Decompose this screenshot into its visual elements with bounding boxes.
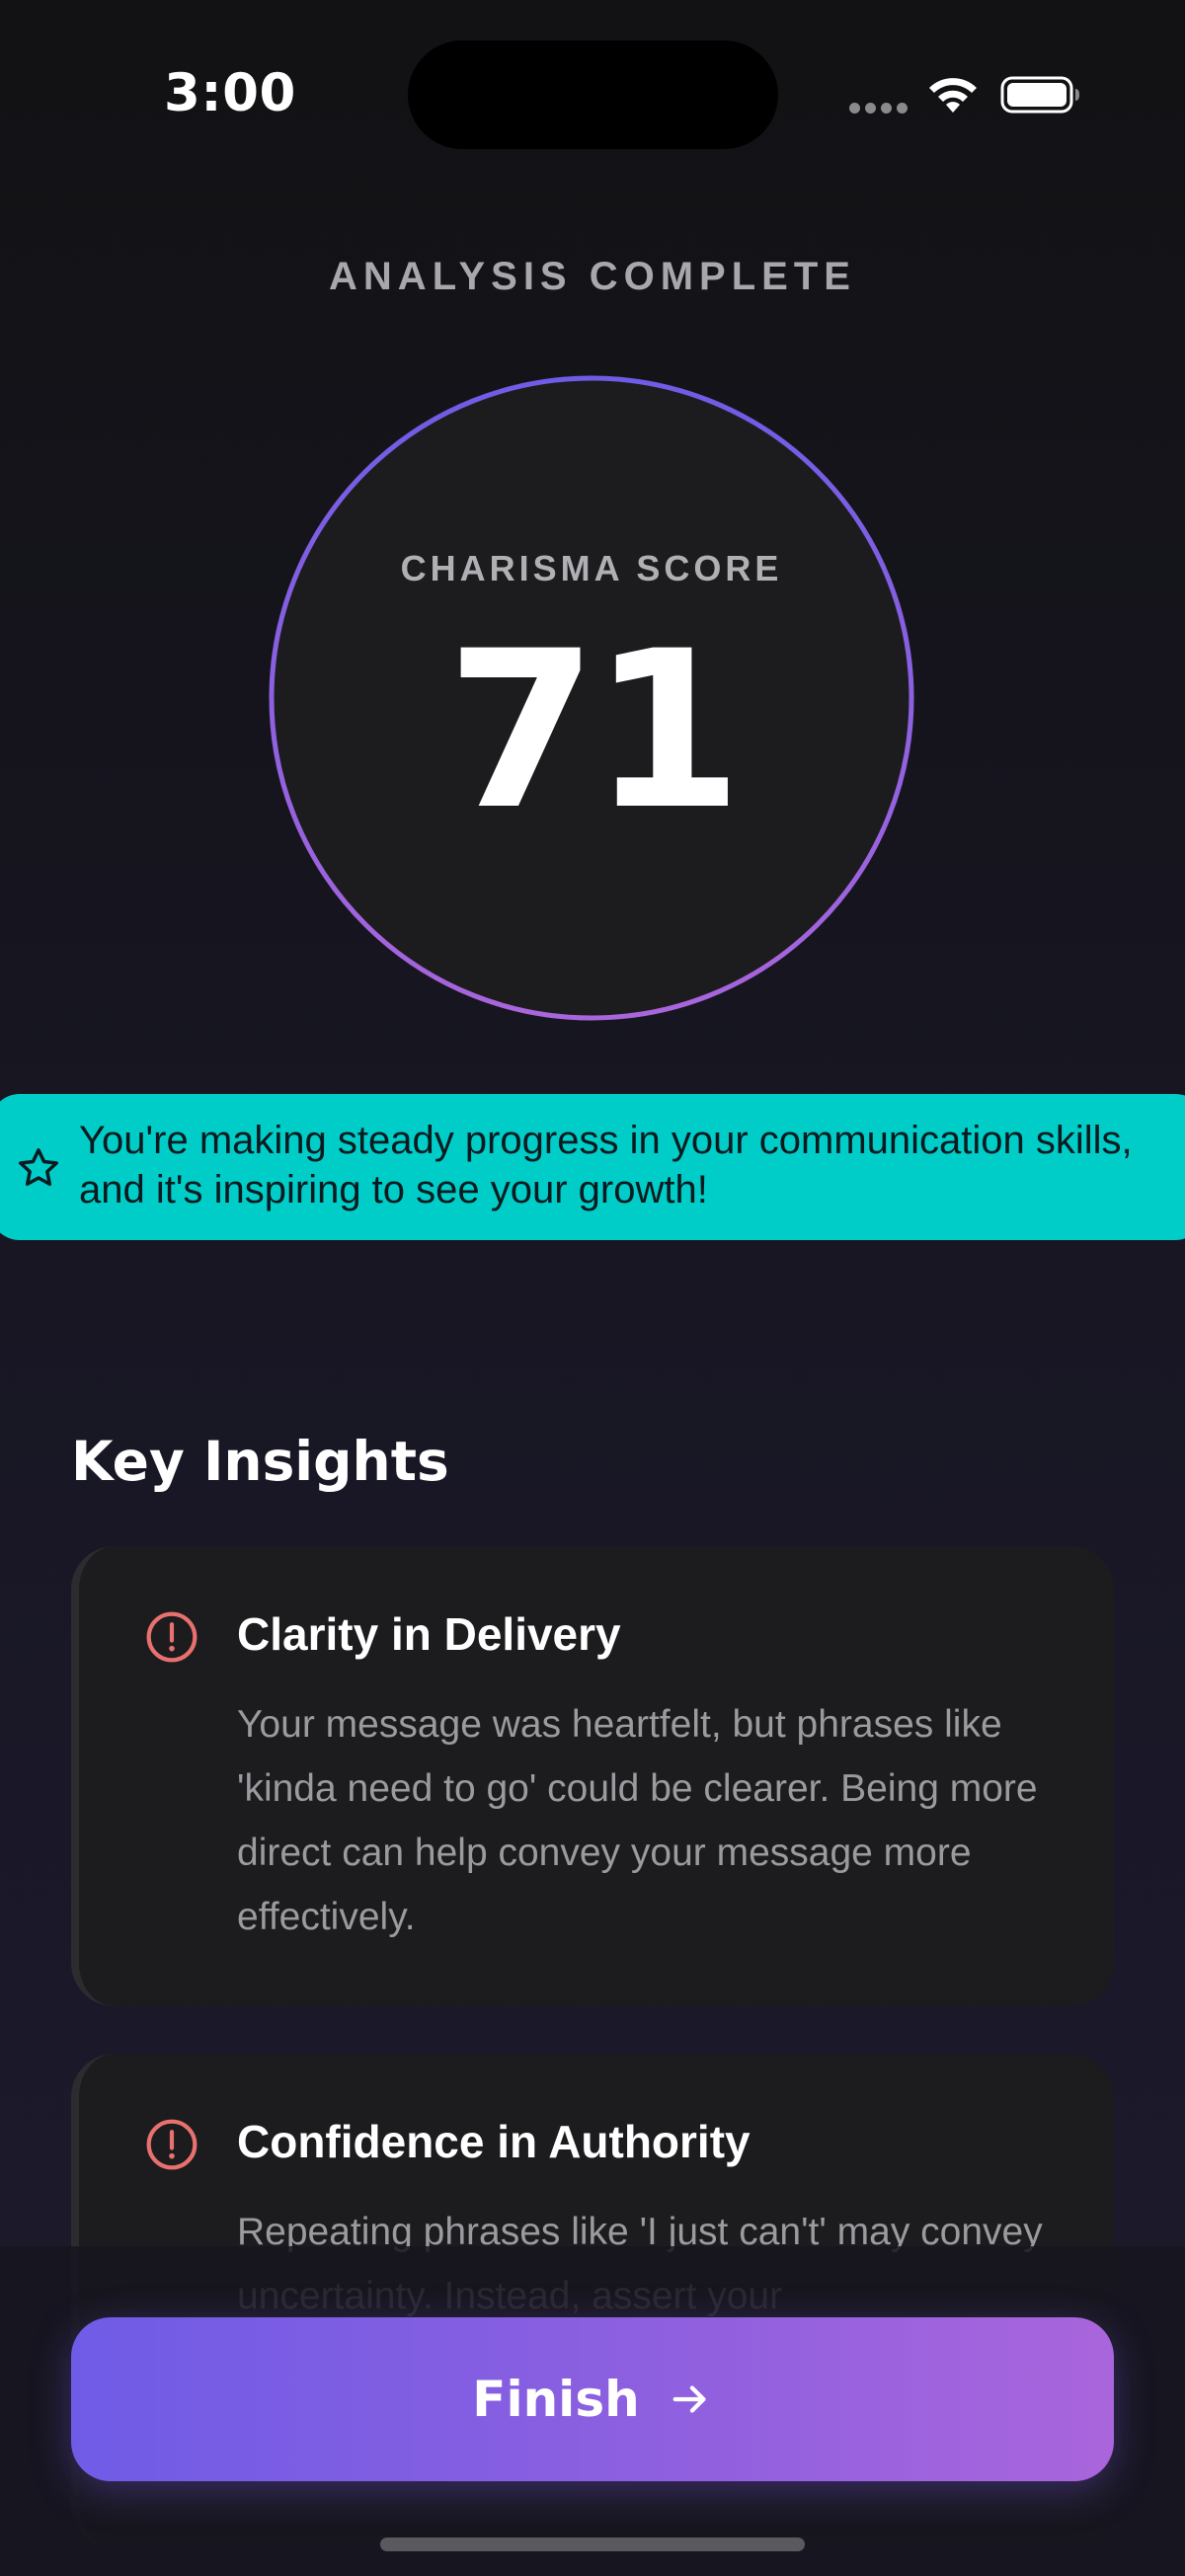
section-title-key-insights: Key Insights <box>71 1430 449 1493</box>
insight-title: Confidence in Authority <box>237 2116 750 2167</box>
banner-text: You're making steady progress in your co… <box>79 1119 1133 1211</box>
battery-icon <box>1000 76 1079 114</box>
insight-card[interactable]: Clarity in Delivery Your message was hea… <box>71 1546 1114 2006</box>
status-bar: 3:00 <box>0 0 1185 188</box>
star-icon <box>19 1148 58 1187</box>
dynamic-island <box>408 40 778 149</box>
page-title: ANALYSIS COMPLETE <box>329 255 856 298</box>
home-indicator[interactable] <box>380 2537 805 2551</box>
cellular-signal-icon <box>849 103 908 115</box>
score-label: CHARISMA SCORE <box>400 548 783 588</box>
finish-button-label: Finish <box>472 2371 640 2428</box>
insight-body: Your message was heartfelt, but phrases … <box>237 1703 1038 1938</box>
status-time: 3:00 <box>164 63 296 123</box>
insight-title: Clarity in Delivery <box>237 1608 621 1660</box>
score-value: 71 <box>445 604 743 857</box>
score-circle: CHARISMA SCORE 71 <box>269 375 914 1021</box>
finish-button[interactable]: Finish <box>71 2317 1114 2481</box>
alert-circle-icon <box>146 2119 198 2170</box>
arrow-right-icon <box>672 2385 706 2413</box>
wifi-icon <box>929 78 977 113</box>
encouragement-banner: You're making steady progress in your co… <box>0 1094 1185 1240</box>
alert-circle-icon <box>146 1611 198 1663</box>
